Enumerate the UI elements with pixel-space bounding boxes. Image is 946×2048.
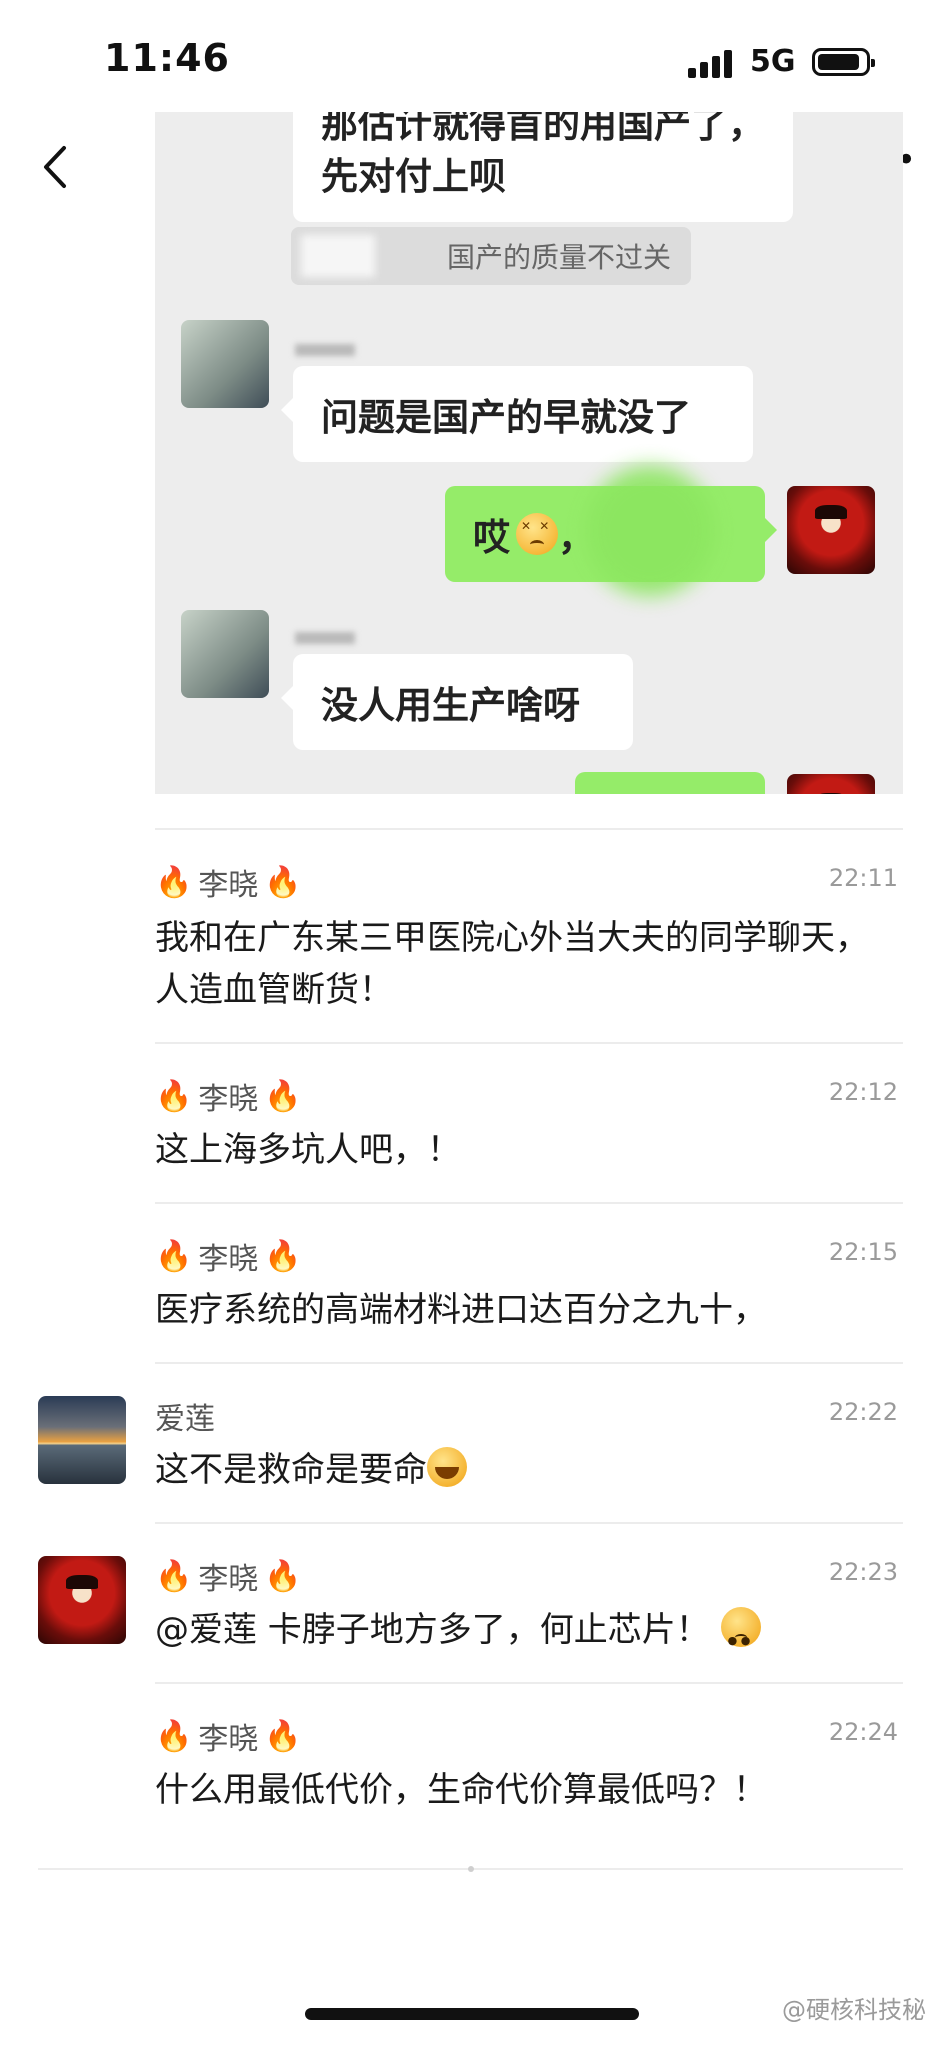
fire-icon: 🔥	[264, 1078, 302, 1114]
comment-text: 我和在广东某三甲医院心外当大夫的同学聊天，人造血管断货！	[155, 918, 869, 1010]
signal-icon	[688, 50, 736, 78]
fire-icon: 🔥	[155, 1238, 193, 1274]
comment-text: 医疗系统的高端材料进口达百分之九十，	[155, 1290, 767, 1330]
comment-body: 这不是救命是要命	[155, 1450, 427, 1490]
comment-author: 🔥 李晓 🔥	[155, 1714, 302, 1758]
comment-author: 🔥 李晓 🔥	[155, 860, 302, 904]
user-avatar-sunset[interactable]	[38, 1396, 126, 1484]
comment-text: 这不是救命是要命	[155, 1444, 875, 1496]
fire-icon: 🔥	[155, 1078, 193, 1114]
comment-text: 这上海多坑人吧，！	[155, 1130, 461, 1170]
fire-icon: 🔥	[155, 1558, 193, 1594]
author-name: 李晓	[198, 1562, 259, 1597]
fire-icon: 🔥	[155, 864, 193, 900]
end-dot	[468, 1866, 474, 1872]
author-name: 李晓	[198, 1722, 259, 1757]
watermark: @硬核科技秘	[782, 1996, 926, 2024]
divider	[155, 1682, 903, 1684]
pleading-face-emoji-icon	[720, 1607, 761, 1667]
bubble-text: 没人用生产啥呀	[321, 684, 580, 727]
comment-time: 22:24	[828, 1718, 898, 1746]
comment-text: @爱莲 卡脖子地方多了，何止芯片！	[155, 1604, 875, 1667]
fire-icon: 🔥	[264, 1718, 302, 1754]
author-name: 李晓	[198, 1082, 259, 1117]
comment-time: 22:23	[828, 1558, 898, 1586]
blurred-avatar	[181, 320, 269, 408]
system-note: 国产的质量不过关	[291, 227, 691, 285]
bubble-text: 问题是国产的早就没了	[321, 396, 691, 439]
divider	[155, 1522, 903, 1524]
fire-icon: 🔥	[155, 1718, 193, 1754]
comment-author: 爱莲	[155, 1394, 215, 1438]
comment-time: 22:11	[828, 864, 898, 892]
comment-time: 22:15	[828, 1238, 898, 1266]
network-type: 5G	[750, 44, 796, 79]
comment-author: 🔥 李晓 🔥	[155, 1554, 302, 1598]
user-avatar-red[interactable]	[38, 1556, 126, 1644]
tired-face-emoji-icon	[516, 513, 558, 555]
status-bar: 11:46 5G	[0, 0, 946, 110]
author-name: 爱莲	[155, 1402, 215, 1437]
divider	[155, 828, 903, 830]
partial-bubble: 那估计就得首的用国产了， 先对付上呗	[293, 112, 793, 222]
author-name: 李晓	[198, 1242, 259, 1277]
chat-bubble-green-partial	[575, 772, 765, 794]
home-indicator[interactable]	[305, 2008, 639, 2020]
red-god-avatar	[787, 774, 875, 794]
fire-icon: 🔥	[264, 1558, 302, 1594]
red-god-avatar	[787, 486, 875, 574]
comment-author: 🔥 李晓 🔥	[155, 1074, 302, 1118]
blurred-avatar	[181, 610, 269, 698]
bubble-text: 哎	[473, 516, 510, 559]
bubble-text: 先对付上呗	[321, 155, 506, 198]
back-chevron-icon[interactable]	[38, 142, 72, 192]
divider	[155, 1042, 903, 1044]
author-name: 李晓	[198, 868, 259, 903]
divider	[155, 1362, 903, 1364]
status-time: 11:46	[104, 36, 230, 80]
fire-icon: 🔥	[264, 1238, 302, 1274]
battery-icon	[812, 48, 875, 76]
partial-top-text: 那估计就得首的用国产了，	[321, 112, 765, 146]
chat-bubble: 没人用生产啥呀	[281, 654, 633, 750]
laugh-cry-emoji-icon	[427, 1447, 467, 1487]
divider	[155, 1202, 903, 1204]
fire-icon: 🔥	[264, 864, 302, 900]
embedded-chat-screenshot: 那估计就得首的用国产了， 先对付上呗 国产的质量不过关 问题是国产的早就没了 哎…	[155, 112, 903, 794]
comment-text: 什么用最低代价，生命代价算最低吗？！	[155, 1770, 767, 1810]
system-note-text: 国产的质量不过关	[446, 241, 671, 274]
comment-author: 🔥 李晓 🔥	[155, 1234, 302, 1278]
comment-body: @爱莲 卡脖子地方多了，何止芯片！	[155, 1610, 710, 1650]
chat-bubble: 问题是国产的早就没了	[281, 366, 753, 462]
comment-time: 22:22	[828, 1398, 898, 1426]
comment-time: 22:12	[828, 1078, 898, 1106]
chat-bubble-green: 哎 ，	[445, 466, 777, 596]
